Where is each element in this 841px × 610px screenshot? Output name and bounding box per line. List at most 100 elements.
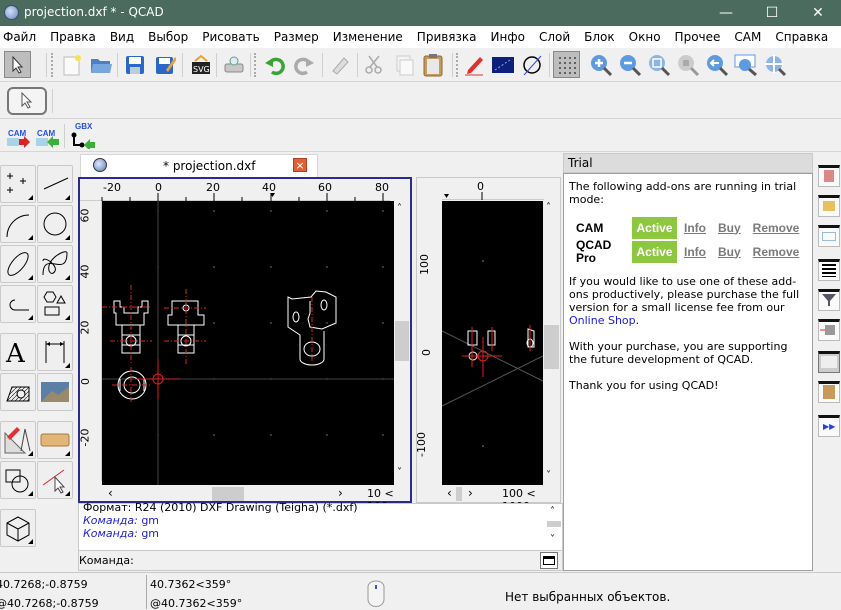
new-file-button[interactable] — [58, 51, 85, 78]
construction-tool[interactable] — [0, 421, 36, 459]
menu-select[interactable]: Выбор — [143, 30, 193, 44]
scroll-up-icon[interactable]: ˄ — [546, 202, 551, 213]
info-link[interactable]: Info — [684, 221, 706, 235]
menu-snap[interactable]: Привязка — [412, 30, 482, 44]
layer-list-button[interactable] — [818, 259, 840, 281]
measure-tool[interactable] — [37, 421, 73, 459]
remove-link[interactable]: Remove — [753, 245, 800, 259]
scroll-up-icon[interactable]: ˄ — [550, 506, 555, 517]
block-list-button[interactable] — [818, 165, 840, 187]
circle-line-button[interactable] — [518, 51, 545, 78]
menu-misc[interactable]: Прочее — [670, 30, 726, 44]
dimension-tool[interactable] — [37, 333, 73, 371]
zoom-selection-button[interactable] — [674, 51, 701, 78]
buy-link[interactable]: Buy — [718, 245, 741, 259]
text-tool[interactable]: A — [0, 333, 36, 371]
menu-cam[interactable]: CAM — [729, 30, 766, 44]
draw-pen-button[interactable] — [460, 51, 487, 78]
zoom-in-button[interactable] — [587, 51, 614, 78]
clipboard-button[interactable] — [818, 381, 840, 403]
menu-view[interactable]: Вид — [105, 30, 139, 44]
3d-block-tool[interactable] — [0, 509, 36, 547]
console-toggle-button[interactable] — [540, 552, 558, 569]
history-scrollbar[interactable]: ˄ ˅ — [546, 504, 562, 550]
zoom-previous-button[interactable] — [703, 51, 730, 78]
menu-file[interactable]: Файл — [0, 30, 41, 44]
close-button[interactable]: ✕ — [795, 0, 841, 26]
vertical-scrollbar[interactable]: ˄ ˅ — [543, 200, 560, 485]
modify-tool[interactable] — [0, 461, 36, 499]
scroll-up-icon[interactable]: ˄ — [397, 203, 402, 214]
library-browser-button[interactable] — [818, 195, 840, 217]
zoom-out-button[interactable] — [616, 51, 643, 78]
ellipse-tool[interactable] — [0, 245, 36, 283]
polyline-tool[interactable] — [0, 285, 36, 323]
cut-button[interactable] — [360, 51, 387, 78]
open-button[interactable] — [87, 51, 114, 78]
online-shop-link[interactable]: Online Shop — [569, 314, 636, 327]
save-button[interactable] — [121, 51, 148, 78]
menu-help[interactable]: Справка — [770, 30, 833, 44]
copy-button[interactable] — [390, 51, 417, 78]
history-scroll-thumb[interactable] — [547, 521, 561, 527]
minimize-button[interactable]: — — [703, 0, 749, 26]
command-input[interactable] — [133, 552, 533, 569]
vertical-scroll-thumb[interactable] — [544, 325, 559, 369]
view-list-button[interactable] — [818, 225, 840, 247]
svg-export-button[interactable]: SVG — [187, 51, 214, 78]
horizontal-scroll-thumb[interactable] — [212, 487, 244, 501]
info-link[interactable]: Info — [684, 245, 706, 259]
property-editor-button[interactable] — [818, 319, 840, 341]
drawing-canvas[interactable] — [102, 201, 394, 485]
save-as-button[interactable] — [151, 51, 178, 78]
maximize-button[interactable]: ☐ — [749, 0, 795, 26]
menu-draw[interactable]: Рисовать — [197, 30, 264, 44]
print-preview-button[interactable] — [220, 51, 247, 78]
shape-tool[interactable] — [37, 285, 73, 323]
circle-tool[interactable] — [37, 205, 73, 243]
select-tool-button[interactable] — [4, 51, 31, 78]
cam-import-button[interactable]: CAM — [36, 124, 60, 150]
undo-button[interactable] — [261, 51, 288, 78]
image-tool[interactable] — [37, 373, 73, 411]
menu-dimension[interactable]: Размер — [269, 30, 324, 44]
select-entity-tool[interactable] — [37, 461, 73, 499]
scroll-right-icon[interactable]: › — [468, 486, 473, 500]
paste-button[interactable] — [419, 51, 446, 78]
pan-button[interactable] — [761, 51, 788, 78]
buy-link[interactable]: Buy — [718, 221, 741, 235]
scroll-down-icon[interactable]: ˅ — [546, 470, 551, 481]
menu-layer[interactable]: Слой — [534, 30, 575, 44]
zoom-auto-button[interactable] — [645, 51, 672, 78]
layer-view-button[interactable] — [489, 51, 516, 78]
command-line-toggle[interactable] — [818, 351, 840, 373]
gbx-import-button[interactable]: GBX — [70, 122, 96, 150]
close-tab-icon[interactable]: × — [293, 158, 307, 172]
scroll-down-icon[interactable]: ˅ — [397, 467, 402, 478]
vertical-scroll-thumb[interactable] — [395, 321, 409, 361]
zoom-window-button[interactable] — [732, 51, 759, 78]
grid-toggle-button[interactable] — [553, 51, 580, 78]
cam-export-button[interactable]: CAM — [7, 124, 31, 150]
vertical-scrollbar[interactable]: ˄ ˅ — [394, 201, 410, 481]
spline-tool[interactable] — [37, 245, 73, 283]
snap-free-button[interactable] — [7, 87, 47, 115]
scroll-left-icon[interactable]: ‹ — [447, 486, 452, 500]
menu-edit[interactable]: Правка — [45, 30, 101, 44]
delete-button[interactable] — [326, 51, 353, 78]
tab-projection-dxf[interactable]: * projection.dxf × — [80, 154, 318, 177]
scroll-right-icon[interactable]: › — [338, 486, 343, 500]
drawing-canvas-secondary[interactable] — [441, 201, 544, 485]
remove-link[interactable]: Remove — [753, 221, 800, 235]
menu-window[interactable]: Окно — [624, 30, 666, 44]
horizontal-scrollbar[interactable]: ‹ › 100 < 1000 — [442, 485, 560, 513]
hatch-tool[interactable] — [0, 373, 36, 411]
menu-block[interactable]: Блок — [579, 30, 620, 44]
menu-modify[interactable]: Изменение — [328, 30, 408, 44]
scroll-left-icon[interactable]: ‹ — [108, 486, 113, 500]
scroll-down-icon[interactable]: ˅ — [550, 534, 555, 545]
horizontal-scroll-thumb[interactable] — [456, 487, 462, 501]
redo-button[interactable] — [290, 51, 317, 78]
menu-info[interactable]: Инфо — [486, 30, 530, 44]
line-tool[interactable] — [37, 165, 73, 203]
